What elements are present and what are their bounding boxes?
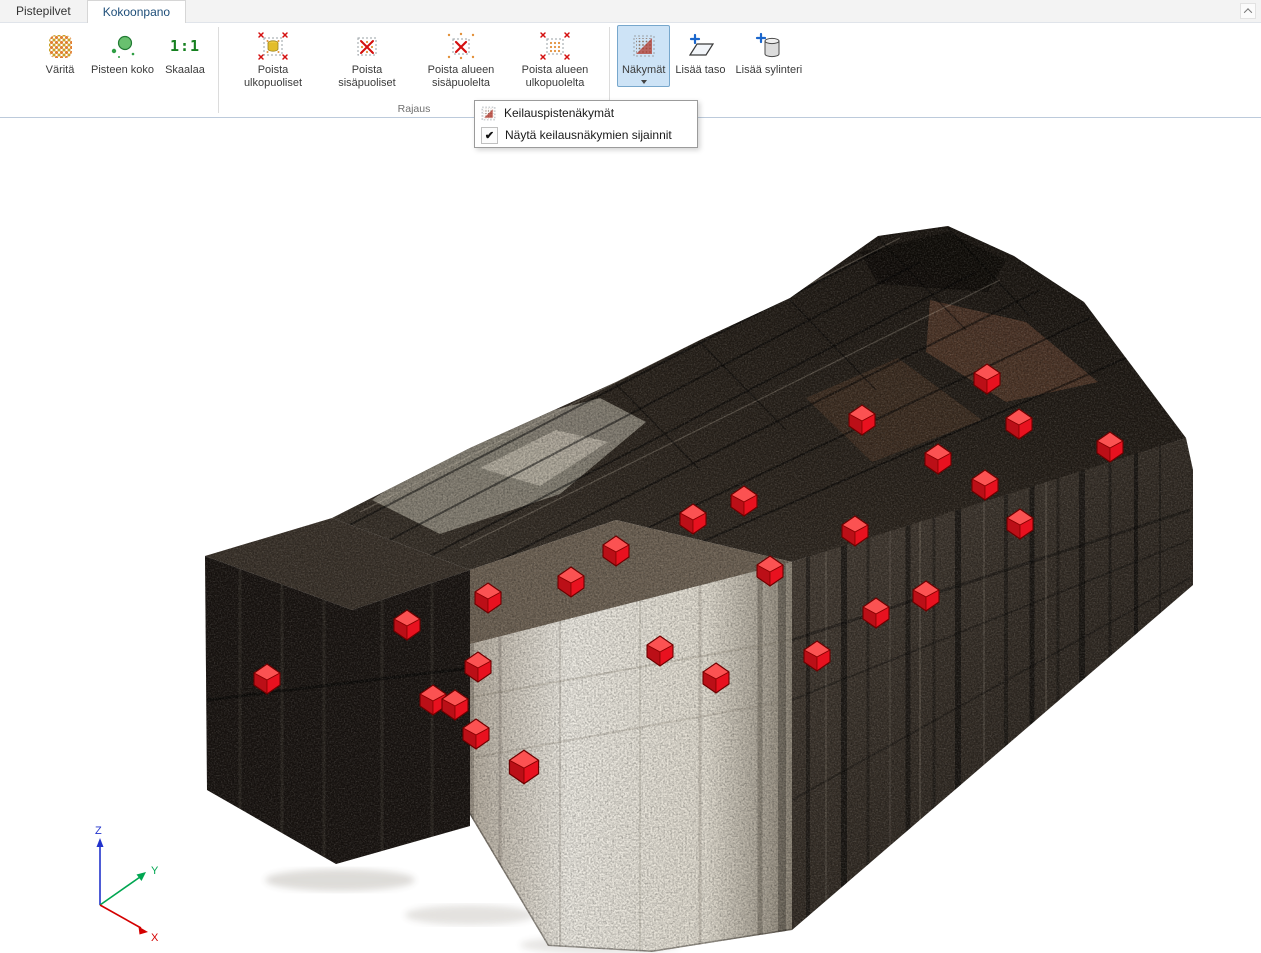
point-size-icon [106, 28, 138, 64]
colorize-dots-icon [49, 28, 72, 64]
button-label: Poista alueen ulkopuolelta [513, 64, 597, 90]
tab-pistepilvet[interactable]: Pistepilvet [0, 0, 87, 22]
x-axis-arrow [139, 927, 149, 935]
y-axis-label: Y [151, 865, 159, 877]
pisteen-koko-button[interactable]: Pisteen koko [86, 25, 159, 80]
add-cylinder-icon [753, 28, 785, 64]
lisaa-sylinteri-button[interactable]: Lisää sylinteri [731, 25, 808, 80]
poista-alueen-sisapuolelta-button[interactable]: Poista alueen sisäpuolelta [414, 25, 508, 93]
poista-ulkopuoliset-button[interactable]: Poista ulkopuoliset [226, 25, 320, 93]
scene-svg[interactable]: Z Y X [0, 118, 1261, 953]
button-label: Poista ulkopuoliset [231, 64, 315, 90]
y-axis-arrow [137, 872, 147, 881]
chevron-up-icon [1244, 8, 1252, 16]
button-label: Näkymät [622, 64, 665, 77]
group-separator [218, 27, 219, 113]
remove-outside-icon [257, 28, 289, 64]
ribbon-group-points: Väritä Pisteen koko 1:1 Skaalaa [34, 23, 211, 117]
scale-ratio-icon: 1:1 [170, 28, 200, 64]
x-axis [100, 905, 141, 928]
z-axis-label: Z [95, 825, 102, 837]
menu-item-label: Keilauspistenäkymät [504, 106, 614, 120]
remove-area-inside-icon [445, 28, 477, 64]
tab-kokoonpano[interactable]: Kokoonpano [87, 0, 186, 23]
button-label: Poista sisäpuoliset [325, 64, 409, 90]
remove-inside-icon [351, 28, 383, 64]
group-label [34, 102, 211, 117]
varita-button[interactable]: Väritä [34, 25, 86, 80]
button-label: Lisää taso [675, 64, 725, 77]
x-axis-label: X [151, 932, 159, 944]
menu-item-keilauspistenakymat[interactable]: Keilauspistenäkymät [475, 102, 697, 124]
poista-alueen-ulkopuolelta-button[interactable]: Poista alueen ulkopuolelta [508, 25, 602, 93]
button-label: Lisää sylinteri [736, 64, 803, 77]
remove-area-outside-icon [539, 28, 571, 64]
menu-item-nayta-keilausnakymien-sijainnit[interactable]: ✔ Näytä keilausnäkymien sijainnit [475, 124, 697, 146]
dropdown-arrow-icon [641, 80, 647, 84]
scan-views-icon [628, 28, 660, 64]
button-label: Pisteen koko [91, 64, 154, 77]
point-cloud-grain [200, 220, 1200, 953]
viewport-3d[interactable]: Z Y X [0, 118, 1261, 953]
y-axis [100, 877, 140, 905]
scan-point-views-icon [479, 104, 497, 122]
collapse-ribbon-button[interactable] [1240, 3, 1256, 19]
ribbon-tab-bar: Pistepilvet Kokoonpano [0, 0, 1261, 23]
button-label: Skaalaa [165, 64, 205, 77]
add-plane-icon [684, 28, 716, 64]
button-label: Poista alueen sisäpuolelta [419, 64, 503, 90]
axes-triad: Z Y X [95, 825, 159, 944]
lisaa-taso-button[interactable]: Lisää taso [670, 25, 730, 80]
skaalaa-button[interactable]: 1:1 Skaalaa [159, 25, 211, 80]
z-axis-arrow [97, 838, 104, 847]
nakymat-button[interactable]: Näkymät [617, 25, 670, 87]
building-point-cloud[interactable] [200, 220, 1200, 953]
poista-sisapuoliset-button[interactable]: Poista sisäpuoliset [320, 25, 414, 93]
button-label: Väritä [46, 64, 75, 77]
views-dropdown-menu: Keilauspistenäkymät ✔ Näytä keilausnäkym… [474, 100, 698, 148]
checkmark-icon: ✔ [481, 127, 498, 144]
menu-item-label: Näytä keilausnäkymien sijainnit [505, 128, 672, 142]
